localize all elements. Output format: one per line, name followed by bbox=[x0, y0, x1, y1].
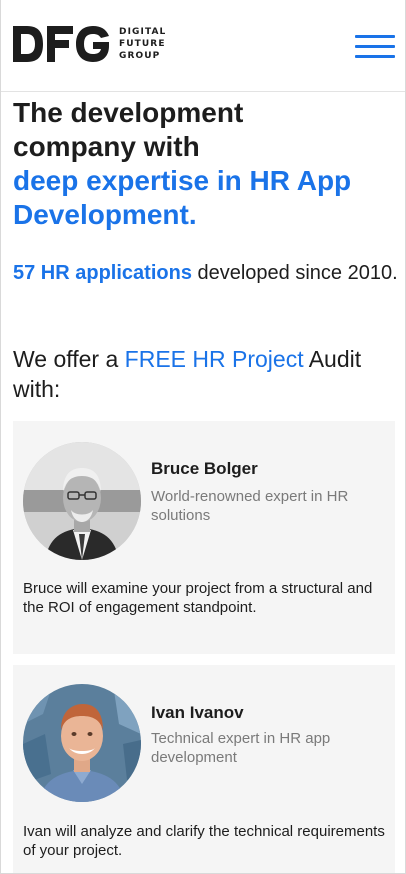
expert-name: Bruce Bolger bbox=[151, 459, 258, 478]
menu-bar bbox=[355, 35, 395, 38]
expert-role: Technical expert in HR app development bbox=[151, 730, 331, 766]
stat-text: developed since 2010. bbox=[191, 262, 398, 284]
audit-offer-heading: We offer a FREE HR Project Audit with: bbox=[13, 344, 398, 404]
dfg-logo[interactable]: DIGITAL FUTURE GROUP bbox=[13, 26, 166, 62]
logo-line-digital: DIGITAL bbox=[119, 27, 167, 37]
expert-card-ivan: Ivan Ivanov Technical expert in HR app d… bbox=[13, 665, 395, 873]
expert-role: World-renowned expert in HR solutions bbox=[151, 488, 349, 524]
offer-prefix: We offer a bbox=[13, 346, 125, 372]
page: DIGITAL FUTURE GROUP The development com… bbox=[0, 0, 406, 874]
expert-name: Ivan Ivanov bbox=[151, 703, 244, 722]
hero-section: The development company with deep expert… bbox=[13, 96, 398, 232]
menu-bar bbox=[355, 55, 395, 58]
logo-line-future: FUTURE bbox=[119, 39, 166, 49]
hr-apps-stat: 57 HR applications developed since 2010. bbox=[13, 258, 398, 288]
logo-wordmark: DIGITAL FUTURE GROUP bbox=[119, 26, 166, 62]
expert-photo-bruce bbox=[23, 442, 141, 560]
title-accent-line-1: deep expertise in HR App bbox=[13, 165, 352, 196]
avatar bbox=[23, 442, 141, 560]
page-title: The development company with deep expert… bbox=[13, 96, 398, 232]
title-line-1: The development bbox=[13, 97, 244, 128]
dfg-logo-mark bbox=[13, 26, 109, 62]
title-accent-line-2: Development. bbox=[13, 199, 197, 230]
menu-bar bbox=[355, 45, 395, 48]
logo-line-group: GROUP bbox=[119, 51, 161, 61]
expert-card-bruce: Bruce Bolger World-renowned expert in HR… bbox=[13, 421, 395, 654]
expert-description: Bruce will examine your project from a s… bbox=[23, 580, 373, 616]
offer-accent: FREE HR Project bbox=[124, 346, 304, 372]
expert-photo-ivan bbox=[23, 684, 141, 802]
hamburger-menu-icon[interactable] bbox=[355, 35, 395, 59]
expert-description: Ivan will analyze and clarify the techni… bbox=[23, 823, 385, 859]
avatar bbox=[23, 684, 141, 802]
stat-accent: 57 HR applications bbox=[13, 262, 192, 284]
site-header: DIGITAL FUTURE GROUP bbox=[1, 0, 405, 92]
title-line-2: company with bbox=[13, 131, 200, 162]
